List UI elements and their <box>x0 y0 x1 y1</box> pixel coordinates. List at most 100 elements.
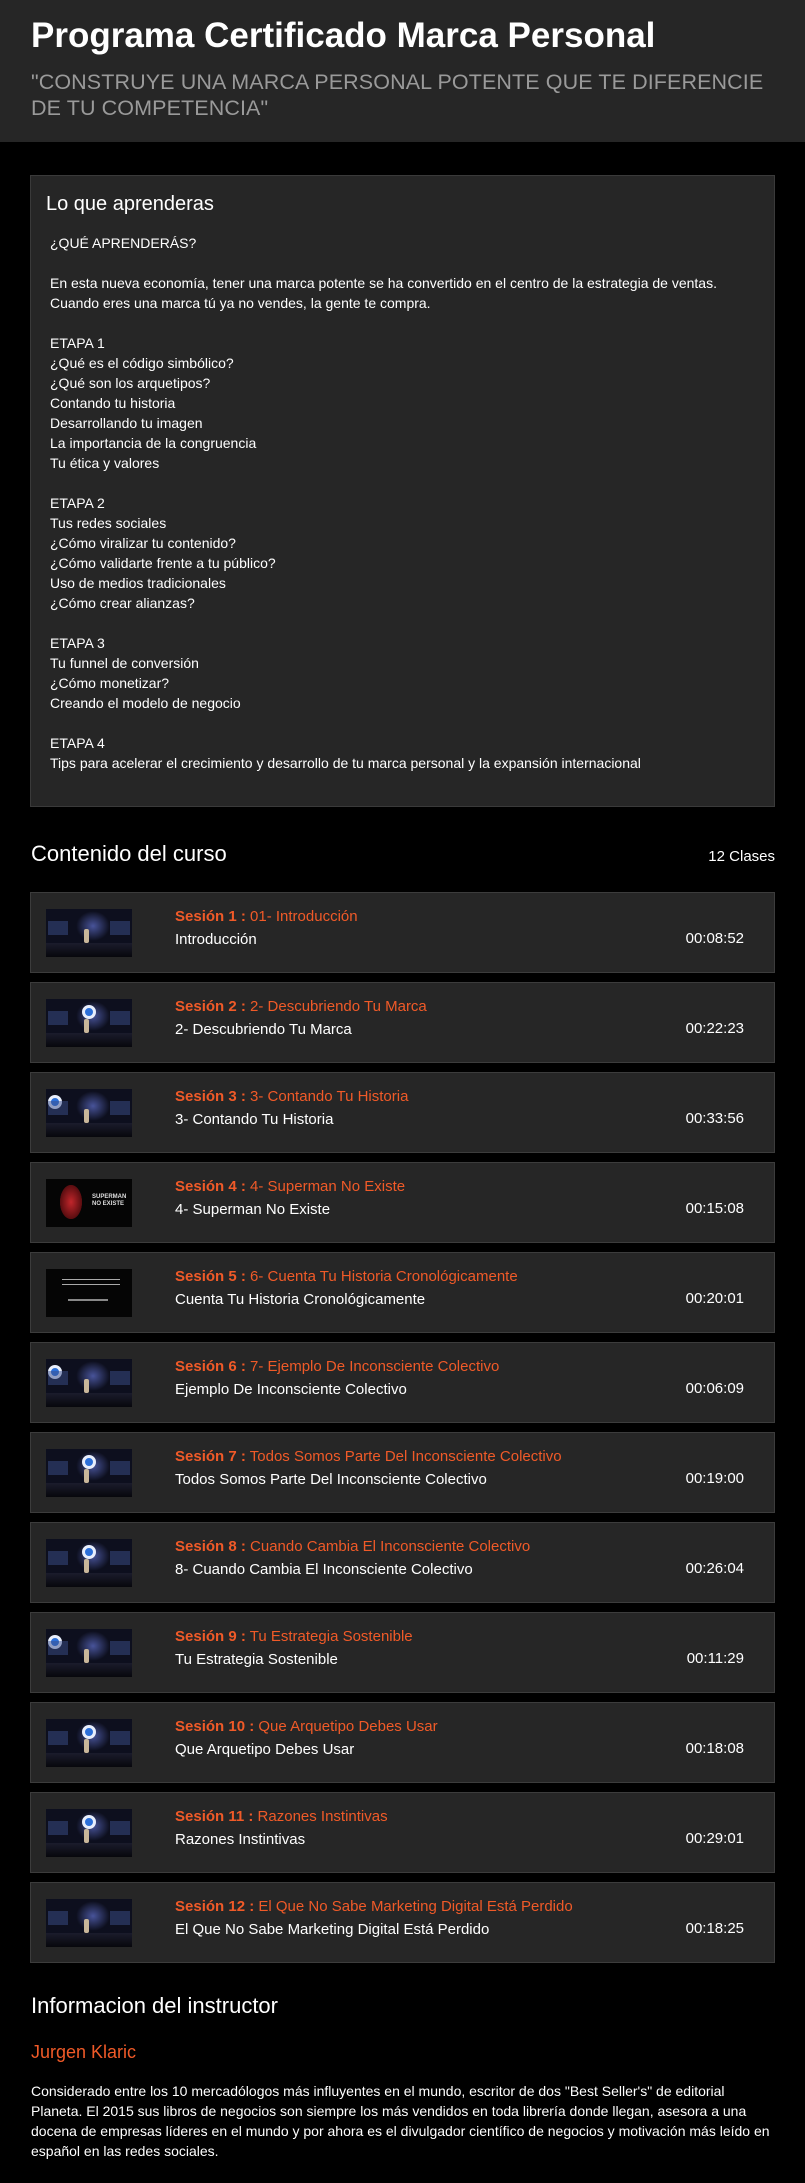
class-count: 12 Clases <box>708 848 775 865</box>
stage-screen <box>48 1101 68 1115</box>
learn-line: La importancia de la congruencia <box>50 435 257 451</box>
session-title[interactable]: Sesión 10 : Que Arquetipo Debes Usar <box>175 1717 684 1737</box>
session-number: Sesión 2 : <box>175 998 246 1015</box>
stage-screen <box>48 1911 68 1925</box>
speaker-figure <box>84 1469 89 1483</box>
speaker-figure <box>84 1829 89 1843</box>
session-number: Sesión 3 : <box>175 1088 246 1105</box>
session-title[interactable]: Sesión 8 : Cuando Cambia El Inconsciente… <box>175 1537 684 1557</box>
session-number: Sesión 12 : <box>175 1898 255 1915</box>
stage-floor <box>46 1123 132 1137</box>
session-thumbnail[interactable] <box>46 1449 132 1497</box>
brand-logo-icon <box>82 1005 96 1019</box>
session-duration: 00:11:29 <box>686 1650 744 1667</box>
speaker-figure <box>84 1109 89 1123</box>
stage-screen <box>110 921 130 935</box>
session-thumbnail[interactable] <box>46 999 132 1047</box>
stage-light <box>76 1361 110 1391</box>
session-title[interactable]: Sesión 12 : El Que No Sabe Marketing Dig… <box>175 1897 684 1917</box>
session-row[interactable]: Sesión 11 : Razones Instintivas Razones I… <box>30 1792 775 1873</box>
session-duration: 00:15:08 <box>685 1200 744 1217</box>
instructor-name[interactable]: Jurgen Klaric <box>31 2041 775 2063</box>
session-text: Sesión 11 : Razones Instintivas Razones I… <box>175 1807 684 1850</box>
stage-screen <box>110 1011 130 1025</box>
stage-floor <box>46 1393 132 1407</box>
session-thumbnail[interactable] <box>46 1719 132 1767</box>
stage-light <box>76 911 110 941</box>
session-subtitle: Introducción <box>175 931 257 948</box>
session-title[interactable]: Sesión 2 : 2- Descubriendo Tu Marca <box>175 997 684 1017</box>
learn-line: Cuando eres una marca tú ya no vendes, l… <box>50 295 431 311</box>
session-duration: 00:08:52 <box>685 930 744 947</box>
stage-floor <box>46 1483 132 1497</box>
session-title[interactable]: Sesión 1 : 01- Introducción <box>175 907 684 927</box>
session-row[interactable]: Sesión 10 : Que Arquetipo Debes Usar Que … <box>30 1702 775 1783</box>
session-row[interactable]: Sesión 6 : 7- Ejemplo De Inconsciente Co… <box>30 1342 775 1423</box>
session-name: Tu Estrategia Sostenible <box>249 1628 413 1645</box>
session-row[interactable]: Sesión 2 : 2- Descubriendo Tu Marca 2- De… <box>30 982 775 1063</box>
session-thumbnail[interactable] <box>46 1899 132 1947</box>
session-subtitle: Tu Estrategia Sostenible <box>175 1651 338 1668</box>
instructor-section: Informacion del instructor Jurgen Klaric… <box>31 1993 775 2161</box>
stage-screen <box>110 1821 130 1835</box>
brand-logo-icon <box>82 1815 96 1829</box>
session-title[interactable]: Sesión 6 : 7- Ejemplo De Inconsciente Co… <box>175 1357 684 1377</box>
session-row[interactable]: Sesión 7 : Todos Somos Parte Del Inconsc… <box>30 1432 775 1513</box>
session-title[interactable]: Sesión 11 : Razones Instintivas <box>175 1807 684 1827</box>
session-subtitle: 4- Superman No Existe <box>175 1201 331 1218</box>
session-thumbnail[interactable]: SUPERMAN NO EXISTE <box>46 1179 132 1227</box>
stage-floor <box>46 1663 132 1677</box>
learn-line: ETAPA 2 <box>50 495 105 511</box>
session-thumbnail[interactable] <box>46 1089 132 1137</box>
session-title[interactable]: Sesión 5 : 6- Cuenta Tu Historia Cronoló… <box>175 1267 684 1287</box>
learn-line: ¿Cómo viralizar tu contenido? <box>50 535 236 551</box>
session-subtitle: Razones Instintivas <box>175 1831 306 1848</box>
session-thumbnail[interactable] <box>46 1809 132 1857</box>
stage-light <box>76 1901 110 1931</box>
session-title[interactable]: Sesión 7 : Todos Somos Parte Del Inconsc… <box>175 1447 684 1467</box>
session-subtitle: Que Arquetipo Debes Usar <box>175 1741 355 1758</box>
learn-line: Contando tu historia <box>50 395 176 411</box>
speaker-figure <box>84 1919 89 1933</box>
stage-screen <box>48 1641 68 1655</box>
stage-floor <box>46 1573 132 1587</box>
session-text: Sesión 10 : Que Arquetipo Debes Usar Que … <box>175 1717 684 1760</box>
session-thumbnail[interactable] <box>46 1539 132 1587</box>
stage-screen <box>110 1101 130 1115</box>
session-thumbnail[interactable] <box>46 1269 132 1317</box>
session-name: 7- Ejemplo De Inconsciente Colectivo <box>250 1358 500 1375</box>
session-thumbnail[interactable] <box>46 1629 132 1677</box>
session-name: Cuando Cambia El Inconsciente Colectivo <box>250 1538 531 1555</box>
learn-line: ¿Cómo crear alianzas? <box>50 595 195 611</box>
session-name: Razones Instintivas <box>257 1808 388 1825</box>
learn-line: ¿Cómo monetizar? <box>50 675 170 691</box>
session-subtitle: 2- Descubriendo Tu Marca <box>175 1021 352 1038</box>
session-row[interactable]: SUPERMAN NO EXISTE Sesión 4 : 4- Superman … <box>30 1162 775 1243</box>
session-title[interactable]: Sesión 3 : 3- Contando Tu Historia <box>175 1087 684 1107</box>
stage-screen <box>110 1641 130 1655</box>
stage-floor <box>46 1933 132 1947</box>
brand-logo-icon <box>82 1545 96 1559</box>
session-row[interactable]: Sesión 1 : 01- Introducción Introducción 0… <box>30 892 775 973</box>
learn-line: ¿Qué son los arquetipos? <box>50 375 211 391</box>
session-number: Sesión 8 : <box>175 1538 246 1555</box>
speaker-figure <box>84 929 89 943</box>
stage-floor <box>46 1033 132 1047</box>
session-row[interactable]: Sesión 5 : 6- Cuenta Tu Historia Cronoló… <box>30 1252 775 1333</box>
page-title: Programa Certificado Marca Personal <box>31 16 656 55</box>
session-row[interactable]: Sesión 3 : 3- Contando Tu Historia 3- Con… <box>30 1072 775 1153</box>
session-thumbnail[interactable] <box>46 1359 132 1407</box>
session-row[interactable]: Sesión 12 : El Que No Sabe Marketing Dig… <box>30 1882 775 1963</box>
session-row[interactable]: Sesión 8 : Cuando Cambia El Inconsciente… <box>30 1522 775 1603</box>
learn-line: ETAPA 3 <box>50 635 105 651</box>
session-text: Sesión 6 : 7- Ejemplo De Inconsciente Co… <box>175 1357 684 1400</box>
learn-panel: Lo que aprenderas ¿QUÉ APRENDERÁS? En est… <box>30 175 775 807</box>
session-thumbnail[interactable] <box>46 909 132 957</box>
stage-screen <box>110 1371 130 1385</box>
page-header: Programa Certificado Marca Personal "CON… <box>0 0 805 142</box>
brand-logo-icon <box>82 1455 96 1469</box>
learn-line <box>50 313 756 333</box>
session-row[interactable]: Sesión 9 : Tu Estrategia Sostenible Tu Es… <box>30 1612 775 1693</box>
session-title[interactable]: Sesión 9 : Tu Estrategia Sostenible <box>175 1627 684 1647</box>
session-title[interactable]: Sesión 4 : 4- Superman No Existe <box>175 1177 684 1197</box>
